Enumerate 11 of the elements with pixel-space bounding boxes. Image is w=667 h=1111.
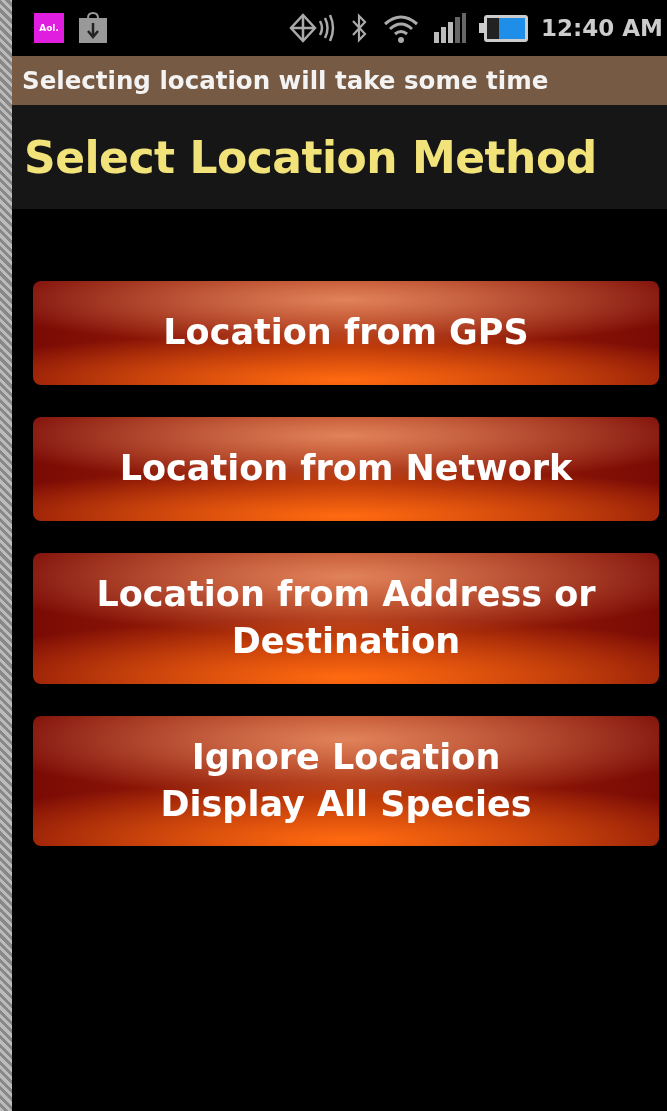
app-badge-icon: Aol. (34, 13, 64, 43)
screen-title: Select Location Method (24, 131, 597, 183)
location-option-button[interactable]: Location from GPS (33, 281, 659, 385)
location-option-button[interactable]: Ignore Location Display All Species (33, 715, 659, 846)
shopping-bag-icon (78, 12, 108, 44)
clock-time: 12:40 AM (541, 15, 663, 41)
location-option-button[interactable]: Location from Network (33, 417, 659, 521)
battery-icon (479, 12, 530, 44)
signal-icon (433, 12, 468, 44)
location-option-button[interactable]: Location from Address or Destination (33, 553, 659, 684)
notice-bar: Selecting location will take some time (12, 56, 667, 105)
